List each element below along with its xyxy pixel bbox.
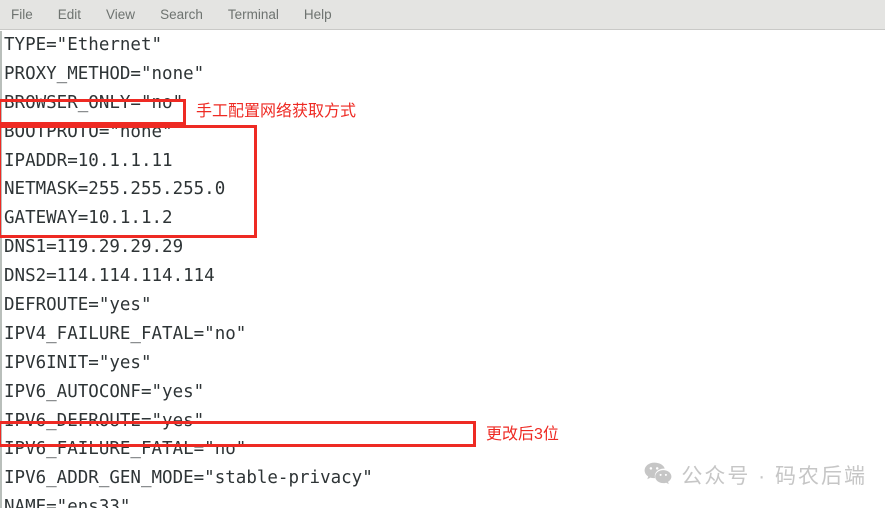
menu-item-search[interactable]: Search [160,0,203,30]
config-line: BROWSER_ONLY="no" [4,92,184,113]
config-line-bootproto: BOOTPROTO="none" [4,121,173,142]
config-line: IPV6_FAILURE_FATAL="no" [4,439,247,460]
config-line-netmask: NETMASK=255.255.255.0 [4,179,226,200]
config-line-dns2: DNS2=114.114.114.114 [4,266,215,287]
config-line-ipaddr: IPADDR=10.1.1.11 [4,150,173,171]
config-line-dns1: DNS1=119.29.29.29 [4,237,184,258]
menu-item-edit[interactable]: Edit [58,0,81,30]
config-line: IPV6_AUTOCONF="yes" [4,381,205,402]
menu-item-file[interactable]: File [11,0,33,30]
menu-item-terminal[interactable]: Terminal [228,0,279,30]
config-file-content[interactable]: TYPE="Ethernet" PROXY_METHOD="none" BROW… [4,31,884,508]
editor-gutter-line [0,31,2,508]
menu-item-help[interactable]: Help [304,0,332,30]
config-line: IPV6_DEFROUTE="yes" [4,410,205,431]
config-line-gateway: GATEWAY=10.1.1.2 [4,208,173,229]
config-line: IPV6INIT="yes" [4,352,152,373]
annotation-label-uuid: 更改后3位 [486,426,559,443]
config-line: DEFROUTE="yes" [4,295,152,316]
menu-bar: File Edit View Search Terminal Help [0,0,885,30]
config-line: TYPE="Ethernet" [4,35,163,55]
config-line: IPV6_ADDR_GEN_MODE="stable-privacy" [4,468,373,489]
config-line: PROXY_METHOD="none" [4,63,205,84]
menu-item-view[interactable]: View [106,0,135,30]
editor-area[interactable]: TYPE="Ethernet" PROXY_METHOD="none" BROW… [0,31,885,508]
annotation-label-bootproto: 手工配置网络获取方式 [196,103,357,120]
config-line: IPV4_FAILURE_FATAL="no" [4,323,247,344]
config-line-name: NAME="ens33" [4,497,131,508]
